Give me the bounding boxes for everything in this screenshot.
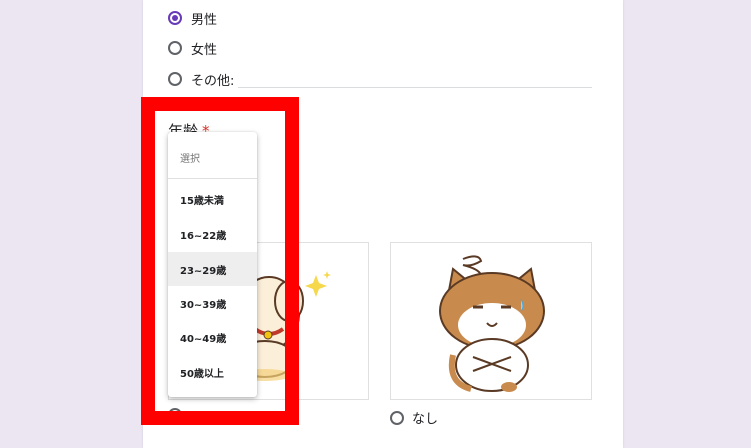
- other-text-input[interactable]: [238, 87, 592, 88]
- dropdown-option[interactable]: 15歳未満: [168, 182, 257, 216]
- radio-button[interactable]: [390, 410, 404, 425]
- radio-option-other[interactable]: その他:: [168, 69, 234, 89]
- radio-button[interactable]: [168, 72, 182, 86]
- radio-button[interactable]: [168, 41, 182, 55]
- radio-option-male[interactable]: 男性: [168, 8, 217, 28]
- radio-label: なし: [412, 412, 439, 427]
- dropdown-placeholder[interactable]: 選択: [168, 140, 257, 174]
- dropdown-option[interactable]: 40~49歳: [168, 320, 257, 354]
- dropdown-option[interactable]: 30~39歳: [168, 286, 257, 320]
- radio-label: 女性: [191, 42, 218, 58]
- radio-label: その他:: [191, 73, 235, 89]
- radio-option-female[interactable]: 女性: [168, 38, 217, 58]
- image-option-radio-dog[interactable]: [168, 408, 190, 422]
- radio-label: 男性: [191, 12, 218, 28]
- dropdown-option-hovered[interactable]: 23~29歳: [168, 252, 257, 286]
- age-dropdown-menu[interactable]: 選択 15歳未満 16~22歳 23~29歳 30~39歳 40~49歳 50歳…: [168, 132, 257, 397]
- radio-button-checked[interactable]: [168, 11, 182, 25]
- image-option-card-cat[interactable]: [390, 242, 592, 400]
- radio-button[interactable]: [168, 408, 182, 422]
- cat-illustration-icon: [439, 255, 545, 392]
- dropdown-option[interactable]: 16~22歳: [168, 217, 257, 251]
- dropdown-option[interactable]: 50歳以上: [168, 355, 257, 389]
- dropdown-divider: [168, 178, 257, 179]
- image-option-radio-cat[interactable]: なし: [390, 408, 438, 427]
